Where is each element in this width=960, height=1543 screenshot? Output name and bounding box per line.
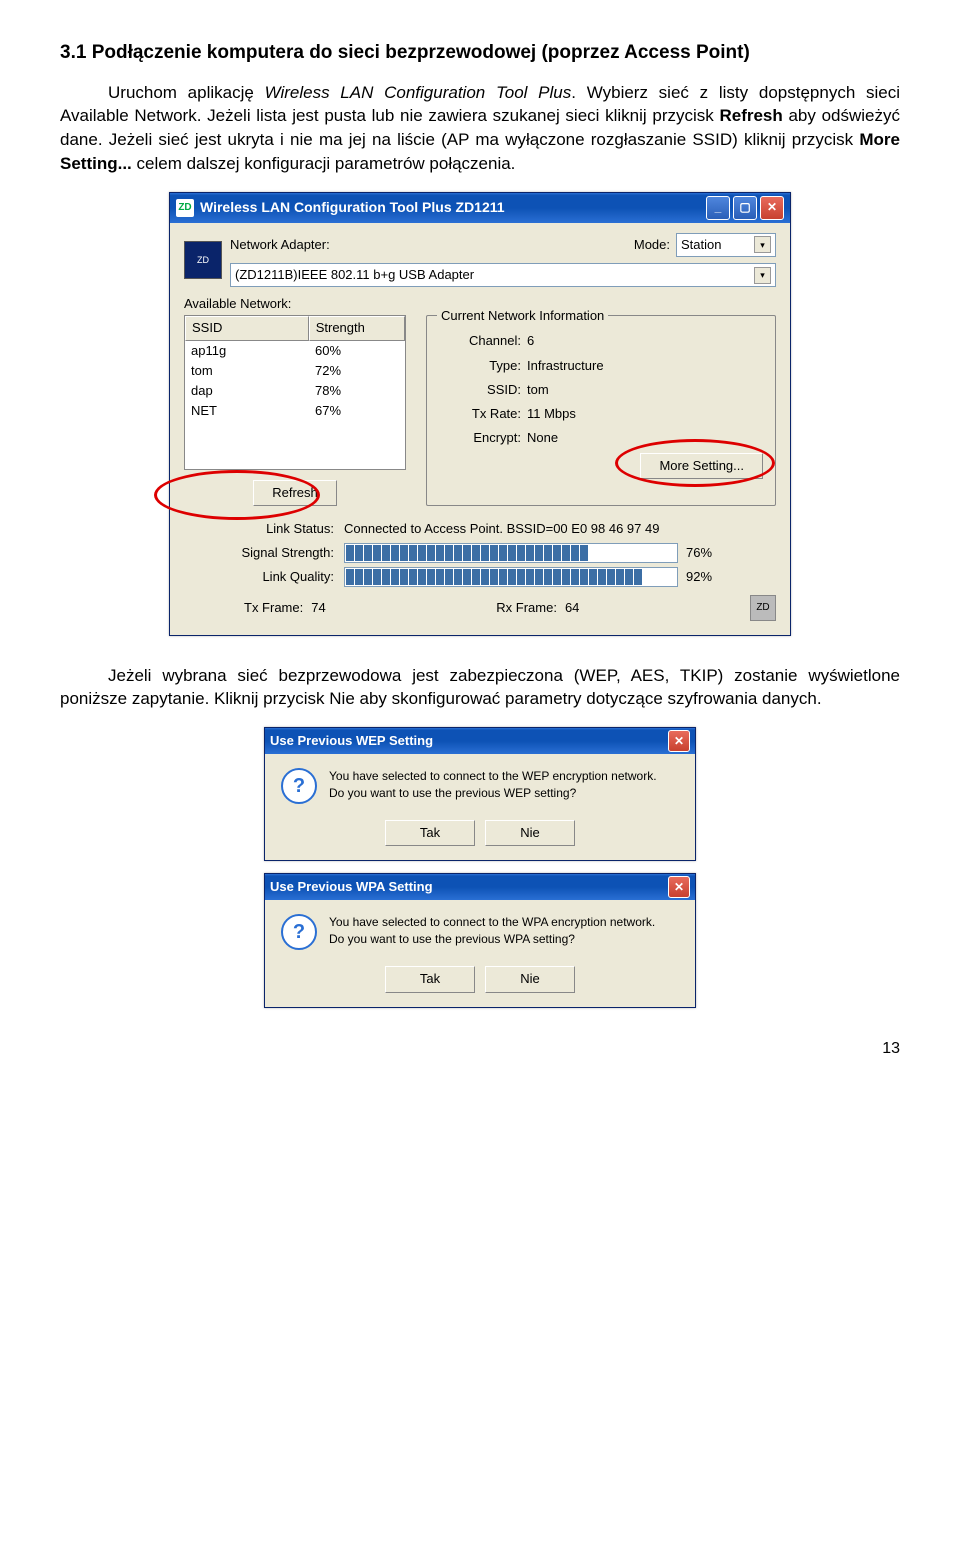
- tx-frame-k: Tx Frame:: [244, 599, 303, 617]
- adapter-icon: ZD: [184, 241, 222, 279]
- wep-dialog: Use Previous WEP Setting ✕ ? You have se…: [264, 727, 696, 861]
- wpa-msg-2: Do you want to use the previous WPA sett…: [329, 931, 655, 948]
- yes-button[interactable]: Tak: [385, 820, 475, 846]
- signal-progress: [344, 543, 678, 563]
- available-network-table[interactable]: SSID Strength ap11g 60% tom 72% dap 78%: [184, 315, 406, 470]
- link-status-k: Link Status:: [184, 520, 334, 538]
- no-button[interactable]: Nie: [485, 966, 575, 992]
- rx-frame-v: 64: [565, 599, 579, 617]
- question-icon: ?: [281, 914, 317, 950]
- cell-ssid: NET: [185, 401, 309, 421]
- table-row[interactable]: tom 72%: [185, 361, 405, 381]
- zd-icon: ZD: [750, 595, 776, 621]
- th-ssid: SSID: [185, 316, 309, 340]
- cell-ssid: dap: [185, 381, 309, 401]
- mode-label: Mode:: [634, 236, 670, 254]
- section-heading: 3.1 Podłączenie komputera do sieci bezpr…: [60, 40, 900, 67]
- th-strength: Strength: [309, 316, 405, 340]
- cell-strength: 72%: [309, 361, 405, 381]
- maximize-button[interactable]: ▢: [733, 196, 757, 220]
- page-number: 13: [60, 1038, 900, 1060]
- info-type-k: Type:: [439, 357, 521, 375]
- info-encrypt-k: Encrypt:: [439, 429, 521, 447]
- mode-select[interactable]: Station ▾: [676, 233, 776, 257]
- titlebar: Use Previous WPA Setting ✕: [265, 874, 695, 900]
- question-icon: ?: [281, 768, 317, 804]
- quality-progress: [344, 567, 678, 587]
- paragraph-2: Jeżeli wybrana sieć bezprzewodowa jest z…: [60, 664, 900, 712]
- annotation-circle-more: [615, 439, 775, 487]
- info-txrate-k: Tx Rate:: [439, 405, 521, 423]
- close-button[interactable]: ✕: [760, 196, 784, 220]
- adapter-value: (ZD1211B)IEEE 802.11 b+g USB Adapter: [235, 266, 474, 284]
- info-txrate-v: 11 Mbps: [527, 405, 576, 423]
- wlan-tool-window: ZD Wireless LAN Configuration Tool Plus …: [169, 192, 791, 636]
- minimize-button[interactable]: _: [706, 196, 730, 220]
- table-row[interactable]: NET 67%: [185, 401, 405, 421]
- cell-ssid: tom: [185, 361, 309, 381]
- quality-pct: 92%: [686, 568, 712, 586]
- p1-a: Uruchom aplikację: [108, 83, 265, 102]
- app-icon: ZD: [176, 199, 194, 217]
- table-row[interactable]: ap11g 60%: [185, 341, 405, 361]
- info-channel-v: 6: [527, 332, 534, 350]
- info-ssid-v: tom: [527, 381, 549, 399]
- window-title: Wireless LAN Configuration Tool Plus ZD1…: [200, 198, 505, 218]
- signal-strength-k: Signal Strength:: [184, 544, 334, 562]
- cell-strength: 60%: [309, 341, 405, 361]
- yes-button[interactable]: Tak: [385, 966, 475, 992]
- wpa-msg-1: You have selected to connect to the WPA …: [329, 914, 655, 931]
- chevron-down-icon: ▾: [754, 267, 771, 284]
- p1-d: Refresh: [719, 106, 782, 125]
- wep-msg-1: You have selected to connect to the WEP …: [329, 768, 657, 785]
- info-channel-k: Channel:: [439, 332, 521, 350]
- link-quality-k: Link Quality:: [184, 568, 334, 586]
- no-button[interactable]: Nie: [485, 820, 575, 846]
- rx-frame-k: Rx Frame:: [496, 599, 557, 617]
- current-network-info-group: Current Network Information Channel:6 Ty…: [426, 315, 776, 506]
- titlebar: Use Previous WEP Setting ✕: [265, 728, 695, 754]
- table-header: SSID Strength: [185, 316, 405, 340]
- wep-dialog-title: Use Previous WEP Setting: [270, 732, 433, 750]
- adapter-select[interactable]: (ZD1211B)IEEE 802.11 b+g USB Adapter ▾: [230, 263, 776, 287]
- wep-msg-2: Do you want to use the previous WEP sett…: [329, 785, 657, 802]
- cell-strength: 78%: [309, 381, 405, 401]
- adapter-label: Network Adapter:: [230, 236, 330, 254]
- info-type-v: Infrastructure: [527, 357, 604, 375]
- paragraph-1: Uruchom aplikację Wireless LAN Configura…: [60, 81, 900, 176]
- table-row[interactable]: dap 78%: [185, 381, 405, 401]
- p1-g: celem dalszej konfiguracji parametrów po…: [132, 154, 516, 173]
- wpa-dialog-title: Use Previous WPA Setting: [270, 878, 433, 896]
- tx-frame-v: 74: [311, 599, 325, 617]
- info-ssid-k: SSID:: [439, 381, 521, 399]
- signal-pct: 76%: [686, 544, 712, 562]
- close-button[interactable]: ✕: [668, 730, 690, 752]
- info-encrypt-v: None: [527, 429, 558, 447]
- p1-b: Wireless LAN Configuration Tool Plus: [265, 83, 572, 102]
- groupbox-legend: Current Network Information: [437, 307, 608, 325]
- mode-value: Station: [681, 236, 721, 254]
- chevron-down-icon: ▾: [754, 236, 771, 253]
- cell-strength: 67%: [309, 401, 405, 421]
- cell-ssid: ap11g: [185, 341, 309, 361]
- close-button[interactable]: ✕: [668, 876, 690, 898]
- link-status-v: Connected to Access Point. BSSID=00 E0 9…: [344, 520, 776, 538]
- annotation-circle-refresh: [154, 470, 320, 520]
- titlebar: ZD Wireless LAN Configuration Tool Plus …: [170, 193, 790, 223]
- wpa-dialog: Use Previous WPA Setting ✕ ? You have se…: [264, 873, 696, 1007]
